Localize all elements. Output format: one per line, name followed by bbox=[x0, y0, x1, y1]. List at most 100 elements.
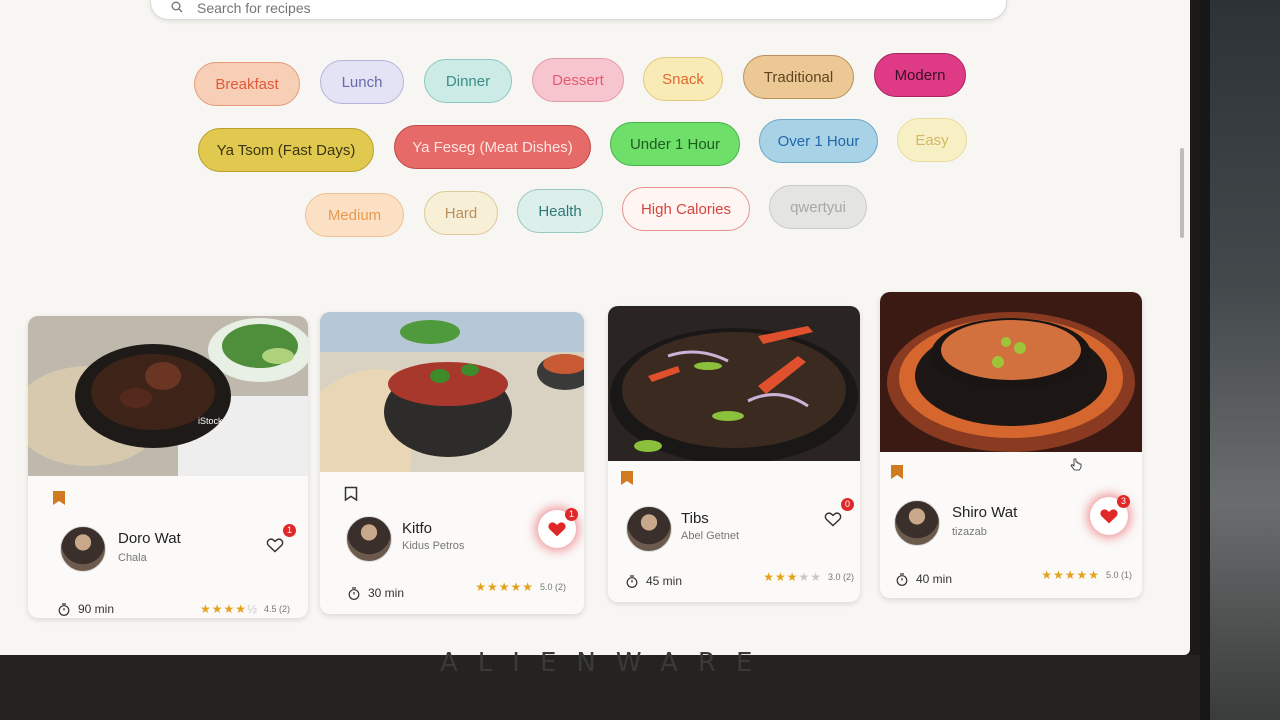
search-input[interactable] bbox=[195, 0, 799, 17]
rating-text: 5.0 (1) bbox=[1105, 570, 1132, 580]
chip-label: Traditional bbox=[763, 68, 834, 86]
laptop-brand: ALIENWARE bbox=[440, 648, 773, 678]
hand-cursor-icon bbox=[1070, 458, 1082, 471]
app-screen: Breakfast Lunch Dinner Dessert Snack Tra… bbox=[0, 0, 1190, 655]
time-label: 90 min bbox=[78, 602, 115, 616]
recipe-image[interactable] bbox=[608, 306, 860, 461]
star-rating-icon: ★★★★★ bbox=[1041, 568, 1100, 582]
recipe-author: tizazab bbox=[952, 526, 987, 538]
recipe-card[interactable]: Shiro Wat tizazab 3 40 min ★★★★★ 5.0 (1) bbox=[880, 292, 1142, 598]
rating: ★★★★½ 4.5 (2) bbox=[200, 602, 290, 616]
chip-label: Ya Tsom (Fast Days) bbox=[216, 141, 356, 159]
chip-label: qwertyui bbox=[790, 198, 846, 216]
chip-label: Dinner bbox=[445, 72, 491, 90]
like-button[interactable]: 3 bbox=[1090, 495, 1130, 535]
cook-time: 40 min bbox=[896, 572, 952, 586]
recipe-author: Chala bbox=[118, 552, 147, 564]
cook-time: 30 min bbox=[348, 586, 404, 600]
chip-medium[interactable]: Medium bbox=[305, 193, 404, 237]
chip-label: Breakfast bbox=[215, 75, 279, 93]
chip-label: Health bbox=[538, 202, 582, 220]
recipe-name[interactable]: Tibs bbox=[681, 510, 709, 527]
recipe-image[interactable] bbox=[880, 292, 1142, 452]
bookmark-icon[interactable] bbox=[890, 464, 904, 480]
chip-label: Easy bbox=[915, 131, 949, 149]
background-desk bbox=[1200, 0, 1280, 720]
chip-health[interactable]: Health bbox=[517, 189, 603, 233]
rating-text: 5.0 (2) bbox=[539, 582, 566, 592]
rating: ★★★★★ 3.0 (2) bbox=[763, 570, 854, 584]
like-count-badge: 1 bbox=[283, 524, 296, 537]
star-rating-icon: ★★★★½ bbox=[199, 602, 258, 616]
chip-ya-tsom[interactable]: Ya Tsom (Fast Days) bbox=[198, 128, 374, 172]
like-button[interactable]: 0 bbox=[818, 498, 854, 534]
heart-icon bbox=[824, 512, 842, 527]
chip-breakfast[interactable]: Breakfast bbox=[194, 62, 300, 106]
timer-icon bbox=[348, 586, 360, 600]
time-label: 40 min bbox=[916, 572, 953, 586]
recipe-card[interactable]: iStock Doro Wat Chala 1 90 min ★★★★½ 4.5… bbox=[28, 316, 308, 618]
chip-high-calories[interactable]: High Calories bbox=[622, 187, 750, 231]
avatar bbox=[894, 500, 940, 546]
chip-ya-feseg[interactable]: Ya Feseg (Meat Dishes) bbox=[394, 125, 591, 169]
bookmark-icon[interactable] bbox=[620, 470, 634, 486]
chip-easy[interactable]: Easy bbox=[897, 118, 967, 162]
timer-icon bbox=[626, 574, 638, 588]
search-icon bbox=[171, 1, 183, 13]
chip-hard[interactable]: Hard bbox=[424, 191, 498, 235]
rating-text: 4.5 (2) bbox=[263, 604, 290, 614]
chip-label: Dessert bbox=[552, 71, 604, 89]
scrollbar[interactable] bbox=[1180, 148, 1184, 238]
cook-time: 45 min bbox=[626, 574, 682, 588]
chip-label: Hard bbox=[444, 204, 478, 222]
timer-icon bbox=[58, 602, 70, 616]
chip-snack[interactable]: Snack bbox=[643, 57, 723, 101]
search-bar[interactable] bbox=[150, 0, 1007, 20]
recipe-author: Abel Getnet bbox=[681, 530, 740, 542]
star-rating-icon: ★★★★★ bbox=[475, 580, 534, 594]
chip-label: Snack bbox=[662, 70, 704, 88]
heart-icon bbox=[266, 538, 284, 553]
recipe-name[interactable]: Doro Wat bbox=[118, 530, 181, 547]
chip-dessert[interactable]: Dessert bbox=[532, 58, 624, 102]
chip-label: High Calories bbox=[640, 200, 732, 218]
chip-label: Under 1 Hour bbox=[629, 135, 721, 153]
recipe-name[interactable]: Kitfo bbox=[402, 520, 432, 537]
avatar bbox=[626, 506, 672, 552]
time-label: 45 min bbox=[646, 574, 683, 588]
like-count-badge: 3 bbox=[1117, 495, 1130, 508]
recipe-name[interactable]: Shiro Wat bbox=[952, 504, 1017, 521]
chip-under-1-hour[interactable]: Under 1 Hour bbox=[610, 122, 740, 166]
rating: ★★★★★ 5.0 (2) bbox=[475, 580, 566, 594]
like-button[interactable]: 1 bbox=[538, 508, 578, 548]
recipe-image[interactable] bbox=[320, 312, 584, 472]
chip-label: Lunch bbox=[341, 73, 383, 91]
chip-traditional[interactable]: Traditional bbox=[743, 55, 854, 99]
like-count-badge: 1 bbox=[565, 508, 578, 521]
chip-qwertyui[interactable]: qwertyui bbox=[769, 185, 867, 229]
chip-over-1-hour[interactable]: Over 1 Hour bbox=[759, 119, 878, 163]
chip-dinner[interactable]: Dinner bbox=[424, 59, 512, 103]
time-label: 30 min bbox=[368, 586, 405, 600]
recipe-card[interactable]: Tibs Abel Getnet 0 45 min ★★★★★ 3.0 (2) bbox=[608, 306, 860, 602]
recipe-card[interactable]: Kitfo Kidus Petros 1 30 min ★★★★★ 5.0 (2… bbox=[320, 312, 584, 614]
heart-icon bbox=[548, 522, 566, 537]
chip-label: Ya Feseg (Meat Dishes) bbox=[412, 138, 573, 156]
bookmark-outline-icon[interactable] bbox=[344, 486, 358, 502]
recipe-image[interactable]: iStock bbox=[28, 316, 308, 476]
bookmark-icon[interactable] bbox=[52, 490, 66, 506]
like-button[interactable]: 1 bbox=[260, 524, 296, 560]
heart-icon bbox=[1100, 509, 1118, 524]
chip-label: Modern bbox=[894, 66, 946, 84]
avatar bbox=[346, 516, 392, 562]
chip-label: Medium bbox=[327, 206, 382, 224]
chip-modern[interactable]: Modern bbox=[874, 53, 966, 97]
star-rating-icon: ★★★★★ bbox=[763, 570, 822, 584]
avatar bbox=[60, 526, 106, 572]
rating-text: 3.0 (2) bbox=[827, 572, 854, 582]
like-count-badge: 0 bbox=[841, 498, 854, 511]
chip-label: Over 1 Hour bbox=[777, 132, 860, 150]
timer-icon bbox=[896, 572, 908, 586]
image-watermark: iStock bbox=[198, 416, 223, 426]
chip-lunch[interactable]: Lunch bbox=[320, 60, 404, 104]
